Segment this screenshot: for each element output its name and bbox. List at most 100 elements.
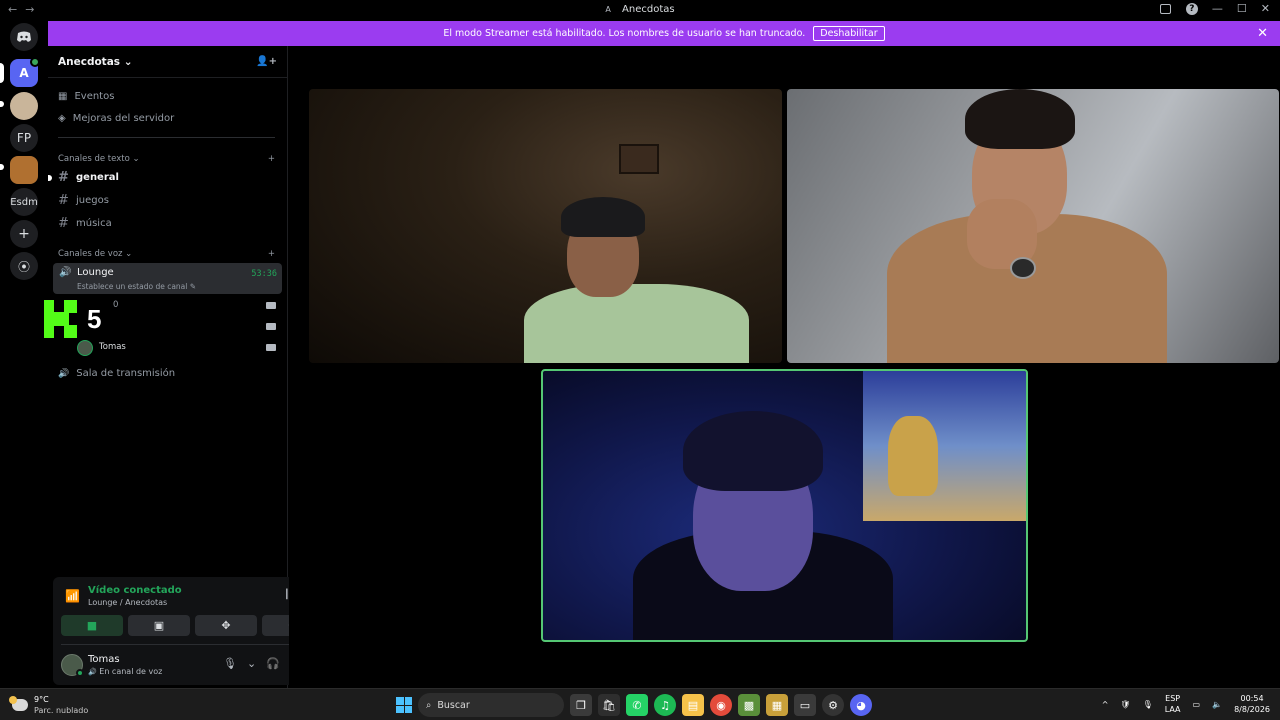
server-esdm[interactable]: Esdm [10, 188, 38, 216]
hash-icon: # [58, 170, 69, 185]
category-label: Canales de voz ⌄ [58, 249, 133, 259]
minecraft-icon[interactable]: ▩ [738, 694, 760, 716]
unread-channel-pill [48, 175, 52, 181]
weather-temp: 9°C [34, 695, 49, 704]
server-header[interactable]: Anecdotas ⌄ 👤+ [48, 46, 287, 78]
connection-status: Vídeo conectado [88, 585, 182, 596]
disable-streamer-button[interactable]: Deshabilitar [813, 26, 885, 41]
connection-location[interactable]: Lounge / Anecdotas [88, 598, 167, 607]
security-icon[interactable]: 🛡 [1120, 700, 1130, 709]
spotify-icon[interactable]: ♫ [654, 694, 676, 716]
edit-icon: ✎ [189, 282, 197, 291]
server-anecdotas[interactable]: A [10, 57, 40, 87]
channel-musica[interactable]: # música [58, 216, 112, 231]
add-channel-icon[interactable]: + [268, 249, 275, 259]
signal-icon[interactable]: 📶 [65, 589, 81, 605]
video-tile[interactable] [309, 89, 782, 363]
chrome-icon[interactable]: ◉ [710, 694, 732, 716]
chevron-down-icon[interactable]: ⌄ [247, 657, 256, 670]
text-channels-category[interactable]: Canales de texto ⌄ + [58, 154, 275, 164]
search-icon: ⌕ [426, 699, 432, 711]
server-fp[interactable]: FP [10, 124, 38, 152]
server-avatar-cartoon[interactable] [10, 92, 38, 120]
language-indicator[interactable]: ESP LAA [1165, 693, 1181, 715]
weather-desc: Parc. nublado [34, 706, 89, 715]
video-stage [289, 46, 1280, 688]
speaker-icon: 🔊 [59, 267, 72, 278]
sidebar-item-eventos[interactable]: ▦ Eventos [58, 91, 114, 102]
whatsapp-icon[interactable]: ✆ [626, 694, 648, 716]
weather-widget[interactable]: 9°C Parc. nublado [9, 694, 89, 716]
banner-close-icon[interactable]: ✕ [1257, 26, 1268, 41]
volume-icon[interactable]: 🔈 [1212, 700, 1222, 709]
hash-icon: # [58, 193, 69, 208]
divider [61, 644, 323, 645]
participant-video [524, 284, 749, 363]
tray-chevron-icon[interactable]: ^ [1102, 700, 1109, 709]
stream-overlay: 5 [44, 300, 101, 338]
add-channel-icon[interactable]: + [268, 154, 275, 164]
banner-text: El modo Streamer está habilitado. Los no… [443, 28, 806, 39]
headphones-icon[interactable]: 🎧 [266, 657, 280, 670]
boost-icon: ◈ [58, 113, 66, 124]
activities-button[interactable]: ✥ [195, 615, 257, 636]
video-tile-speaking[interactable] [541, 369, 1028, 642]
clock-time: 00:54 [1240, 694, 1264, 703]
server-avatar-food[interactable] [10, 156, 38, 184]
camera-icon [266, 323, 276, 330]
avatar[interactable] [61, 654, 84, 677]
game-icon[interactable]: ▦ [766, 694, 788, 716]
windows-start-icon[interactable] [396, 697, 412, 713]
microphone-icon[interactable]: 🎙 [223, 657, 237, 670]
channel-sala-transmision[interactable]: 🔊 Sala de transmisión [58, 368, 175, 379]
minimize-button[interactable]: — [1212, 2, 1223, 15]
invite-icon[interactable]: 👤+ [256, 56, 277, 67]
unread-pill [0, 101, 4, 107]
channel-general[interactable]: # general [58, 170, 119, 185]
store-icon[interactable]: 🛍 [598, 694, 620, 716]
notification-dot [30, 57, 40, 67]
voice-member-name[interactable]: Tomas [99, 342, 126, 352]
close-button[interactable]: ✕ [1261, 2, 1270, 15]
search-box[interactable]: ⌕ Buscar [418, 693, 564, 717]
camera-button[interactable]: ■ [61, 615, 123, 636]
active-server-pill [0, 63, 4, 83]
channel-status[interactable]: Establece un estado de canal ✎ [77, 282, 196, 291]
channel-sidebar: Anecdotas ⌄ 👤+ ▦ Eventos ◈ Mejoras del s… [48, 46, 331, 688]
screen-share-button[interactable]: ▣ [128, 615, 190, 636]
unread-pill-2 [0, 164, 4, 170]
camera-icon [266, 344, 276, 351]
sidebar-item-mejoras[interactable]: ◈ Mejoras del servidor [58, 113, 174, 124]
app-window-icon[interactable]: ▭ [794, 694, 816, 716]
microphone-tray-icon[interactable]: 🎙 [1143, 700, 1153, 709]
explore-icon[interactable]: ⦿ [10, 252, 38, 280]
category-label: Canales de texto ⌄ [58, 154, 140, 164]
voice-member-name[interactable]: 0 [113, 300, 118, 310]
maximize-button[interactable]: ☐ [1237, 2, 1247, 15]
sidebar-item-label: Mejoras del servidor [72, 113, 175, 124]
inbox-icon[interactable] [1160, 3, 1172, 15]
clock[interactable]: 00:54 8/8/2026 [1234, 693, 1270, 715]
file-explorer-icon[interactable]: ▤ [682, 694, 704, 716]
partly-cloudy-icon [9, 696, 28, 711]
channel-juegos[interactable]: # juegos [58, 193, 109, 208]
discord-icon[interactable]: ◕ [850, 694, 872, 716]
online-status-icon [76, 669, 84, 677]
avatar [77, 340, 93, 356]
voice-channels-category[interactable]: Canales de voz ⌄ + [58, 249, 275, 259]
discord-home-icon[interactable] [10, 23, 38, 51]
search-placeholder: Buscar [437, 699, 470, 711]
current-user: Tomas 🔊 En canal de voz 🎙 ⌄ 🎧 ⌄ ⚙ [61, 652, 323, 682]
steam-icon[interactable]: ⚙ [822, 694, 844, 716]
add-server-icon[interactable]: + [10, 220, 38, 248]
voice-channel-lounge[interactable]: 🔊 Lounge Establece un estado de canal ✎ … [53, 263, 282, 294]
video-tile[interactable] [787, 89, 1279, 363]
help-icon[interactable]: ? [1185, 2, 1198, 15]
sidebar-item-label: Eventos [74, 91, 115, 102]
network-icon[interactable]: ▭ [1193, 700, 1201, 709]
watch [1010, 257, 1036, 279]
streamer-mode-banner: El modo Streamer está habilitado. Los no… [48, 21, 1280, 46]
speaker-icon: 🔊 [88, 668, 97, 676]
task-view-icon[interactable]: ❐ [570, 694, 592, 716]
voice-actions: ■ ▣ ✥ ✺ [61, 615, 324, 636]
